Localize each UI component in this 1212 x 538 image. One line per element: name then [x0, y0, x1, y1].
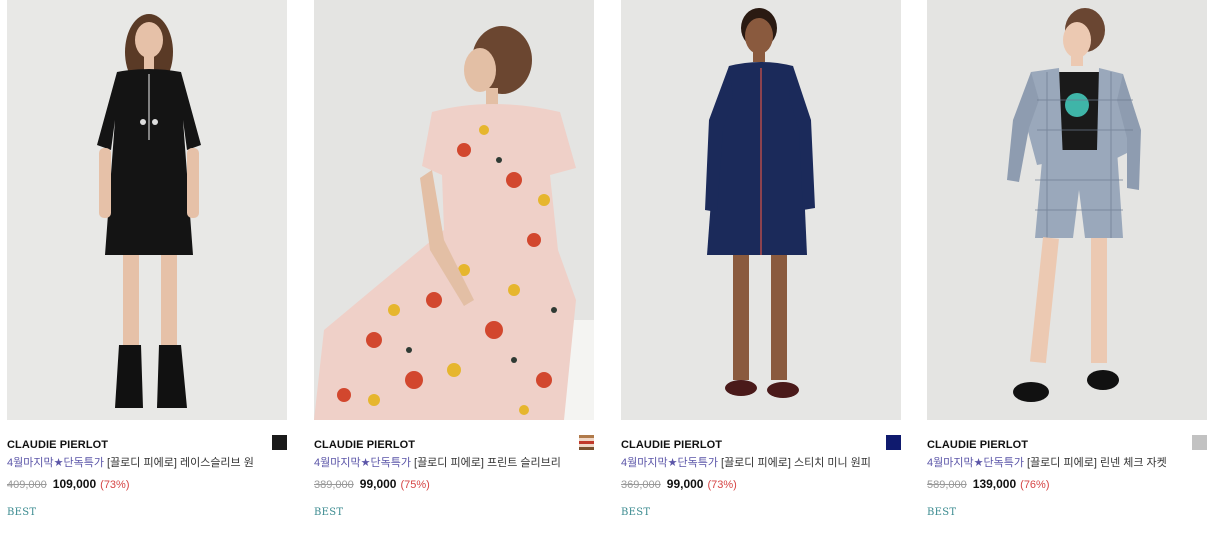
brand-row: CLAUDIE PIERLOT — [927, 435, 1207, 451]
product-title[interactable]: 4월마지막★단독특가 [끌로디 피에로] 린넨 체크 자켓 — [927, 455, 1202, 471]
brand-name: CLAUDIE PIERLOT — [621, 439, 723, 451]
product-name: [끌로디 피에로] 프린트 슬리브리 — [410, 457, 561, 469]
sale-price: 109,000 — [52, 477, 97, 491]
best-badge: BEST — [927, 507, 957, 518]
brand-row: CLAUDIE PIERLOT — [7, 435, 287, 451]
original-price: 589,000 — [927, 479, 967, 491]
price-row: 589,000 139,000 (76%) — [927, 476, 1207, 493]
product-photo-print-dress — [314, 0, 594, 420]
brand-name: CLAUDIE PIERLOT — [7, 439, 109, 451]
color-swatch[interactable] — [886, 435, 901, 450]
brand-name: CLAUDIE PIERLOT — [314, 439, 416, 451]
brand-name: CLAUDIE PIERLOT — [927, 439, 1029, 451]
original-price: 369,000 — [621, 479, 661, 491]
product-image[interactable] — [621, 0, 901, 420]
color-swatch[interactable] — [579, 435, 594, 450]
product-grid: CLAUDIE PIERLOT 4월마지막★단독특가 [끌로디 피에로] 레이스… — [0, 0, 1212, 538]
best-badge: BEST — [621, 507, 651, 518]
product-card[interactable]: CLAUDIE PIERLOT 4월마지막★단독특가 [끌로디 피에로] 린넨 … — [927, 0, 1207, 538]
brand-row: CLAUDIE PIERLOT — [621, 435, 901, 451]
discount-rate: (76%) — [1020, 479, 1050, 491]
discount-rate: (75%) — [400, 479, 430, 491]
original-price: 409,000 — [7, 479, 47, 491]
best-badge: BEST — [7, 507, 37, 518]
sale-price: 139,000 — [972, 477, 1017, 491]
product-image[interactable] — [314, 0, 594, 420]
product-name: [끌로디 피에로] 스티치 미니 원피 — [717, 457, 871, 469]
brand-row: CLAUDIE PIERLOT — [314, 435, 594, 451]
price-row: 389,000 99,000 (75%) — [314, 476, 594, 493]
sale-price: 99,000 — [359, 477, 397, 491]
product-name: [끌로디 피에로] 린넨 체크 자켓 — [1023, 457, 1167, 469]
product-image[interactable] — [927, 0, 1207, 420]
product-photo-black-dress — [7, 0, 287, 420]
product-card[interactable]: CLAUDIE PIERLOT 4월마지막★단독특가 [끌로디 피에로] 프린트… — [314, 0, 594, 538]
product-image[interactable] — [7, 0, 287, 420]
product-name: [끌로디 피에로] 레이스슬리브 원 — [103, 457, 254, 469]
product-title[interactable]: 4월마지막★단독특가 [끌로디 피에로] 프린트 슬리브리 — [314, 455, 589, 471]
product-card[interactable]: CLAUDIE PIERLOT 4월마지막★단독특가 [끌로디 피에로] 스티치… — [621, 0, 901, 538]
discount-rate: (73%) — [100, 479, 130, 491]
sale-price: 99,000 — [666, 477, 704, 491]
product-card[interactable]: CLAUDIE PIERLOT 4월마지막★단독특가 [끌로디 피에로] 레이스… — [7, 0, 287, 538]
color-swatch[interactable] — [1192, 435, 1207, 450]
product-title[interactable]: 4월마지막★단독특가 [끌로디 피에로] 레이스슬리브 원 — [7, 455, 282, 471]
product-photo-navy-dress — [621, 0, 901, 420]
color-swatch[interactable] — [272, 435, 287, 450]
price-row: 409,000 109,000 (73%) — [7, 476, 287, 493]
best-badge: BEST — [314, 507, 344, 518]
discount-rate: (73%) — [707, 479, 737, 491]
product-photo-check-jacket — [927, 0, 1207, 420]
product-title[interactable]: 4월마지막★단독특가 [끌로디 피에로] 스티치 미니 원피 — [621, 455, 896, 471]
promo-label: 4월마지막★단독특가 — [7, 457, 104, 469]
promo-label: 4월마지막★단독특가 — [314, 457, 411, 469]
original-price: 389,000 — [314, 479, 354, 491]
promo-label: 4월마지막★단독특가 — [621, 457, 718, 469]
price-row: 369,000 99,000 (73%) — [621, 476, 901, 493]
promo-label: 4월마지막★단독특가 — [927, 457, 1024, 469]
